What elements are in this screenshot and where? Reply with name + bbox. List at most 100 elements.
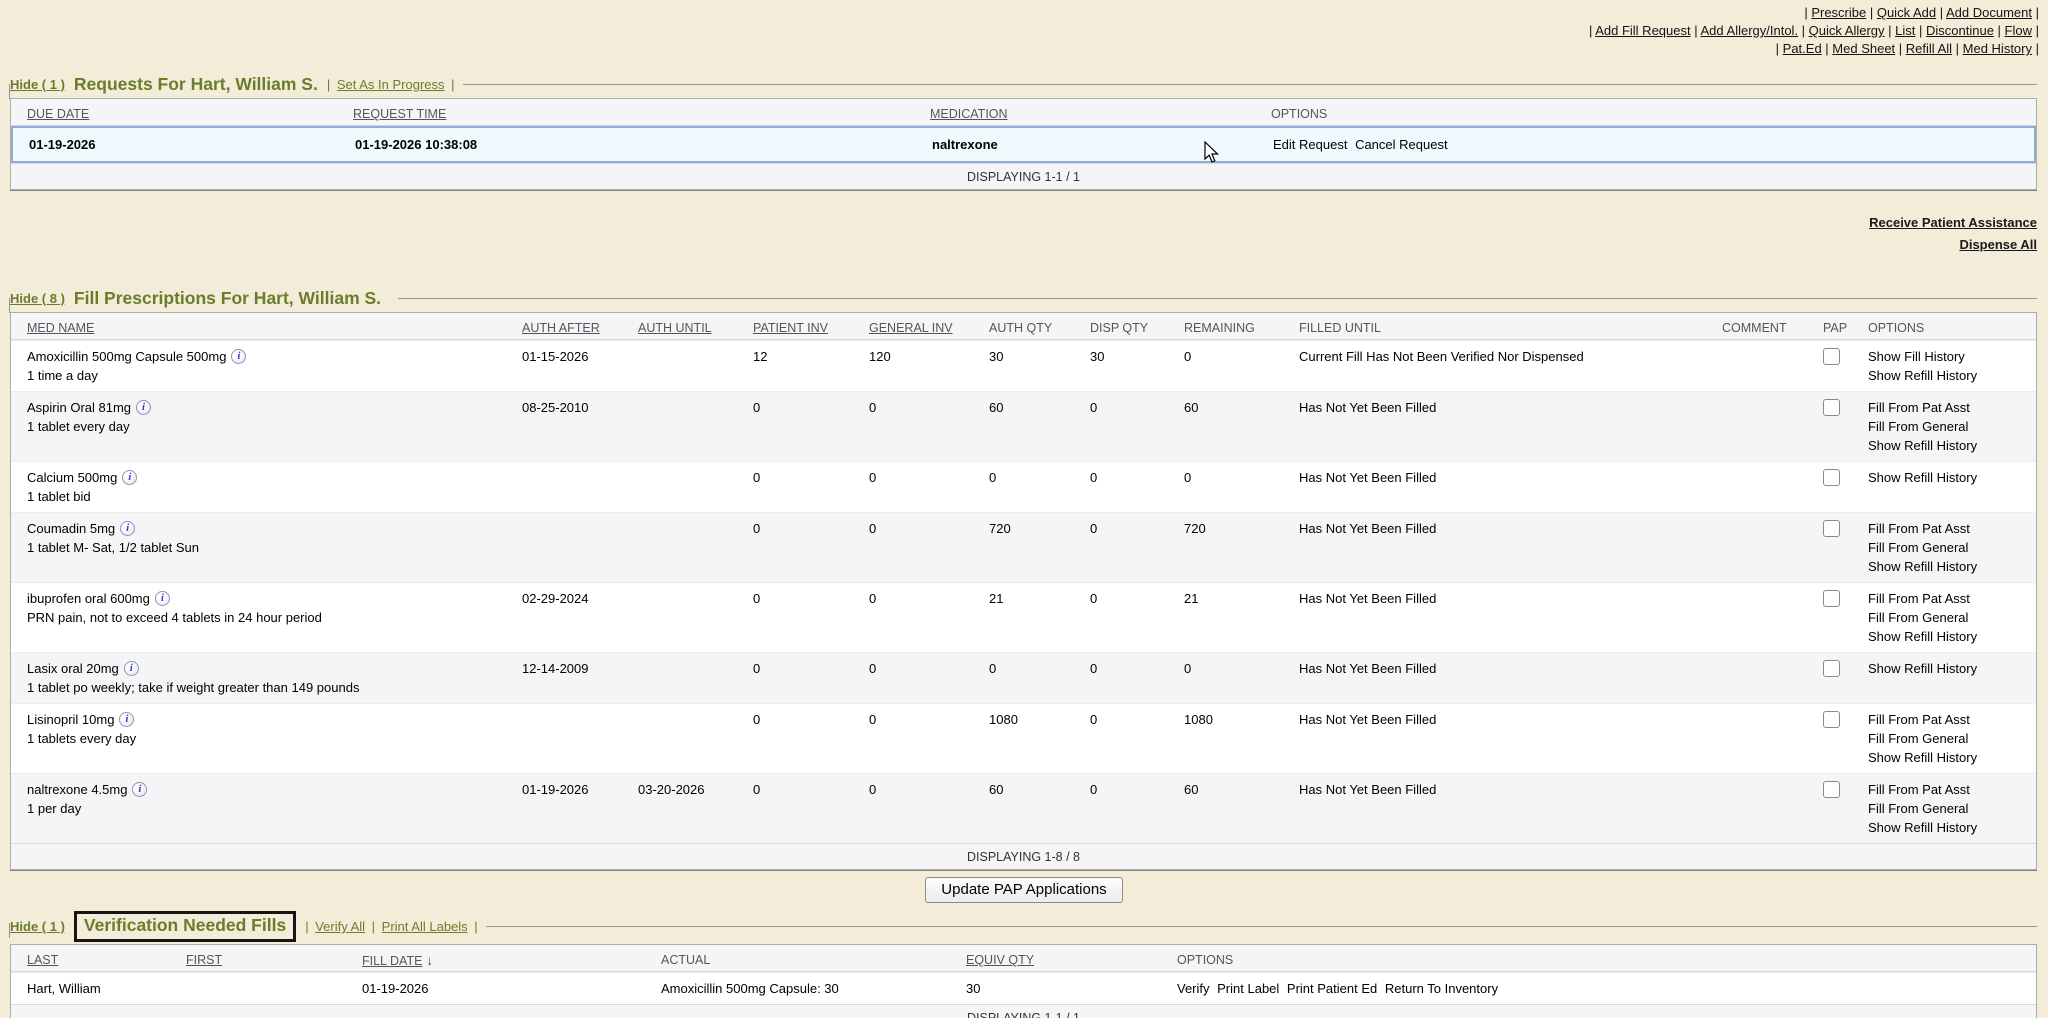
comment-cell [1712, 774, 1813, 786]
drug-info-icon[interactable]: i [124, 661, 139, 676]
toolbar-link-prescribe[interactable]: Prescribe [1811, 5, 1866, 20]
fill-option-fill-from-general-link[interactable]: Fill From General [1868, 417, 2032, 436]
drug-info-icon[interactable]: i [136, 400, 151, 415]
column-header-first[interactable]: FIRST [176, 945, 352, 971]
toolbar-link-add-allergy-intol[interactable]: Add Allergy/Intol. [1701, 23, 1799, 38]
fill-hide-link[interactable]: Hide ( 8 ) [10, 291, 65, 306]
toolbar-link-add-fill-request[interactable]: Add Fill Request [1595, 23, 1690, 38]
request-options-cell: Edit Request Cancel Request [1263, 128, 2034, 161]
column-header-general-inv[interactable]: GENERAL INV [859, 313, 979, 339]
drug-info-icon[interactable]: i [231, 349, 246, 364]
column-header-auth-until[interactable]: AUTH UNTIL [628, 313, 743, 339]
pap-checkbox[interactable] [1823, 348, 1840, 365]
fill-option-fill-from-general-link[interactable]: Fill From General [1868, 799, 2032, 818]
pap-checkbox[interactable] [1823, 711, 1840, 728]
verification-hide-link[interactable]: Hide ( 1 ) [10, 919, 65, 934]
drug-info-icon[interactable]: i [122, 470, 137, 485]
fill-option-fill-from-pat-asst-link[interactable]: Fill From Pat Asst [1868, 780, 2032, 799]
fill-option-fill-from-general-link[interactable]: Fill From General [1868, 729, 2032, 748]
pap-checkbox[interactable] [1823, 660, 1840, 677]
patient-inv-cell: 12 [743, 341, 859, 372]
sig-text: 1 tablet M- Sat, 1/2 tablet Sun [27, 538, 508, 557]
filled-until-cell: Has Not Yet Been Filled [1289, 583, 1712, 614]
equiv-qty-cell: 30 [956, 973, 1167, 1004]
toolbar-link-discontinue[interactable]: Discontinue [1926, 23, 1994, 38]
fill-option-show-refill-history-link[interactable]: Show Refill History [1868, 557, 2032, 576]
column-header-request-time[interactable]: REQUEST TIME [343, 99, 920, 125]
fill-option-fill-from-general-link[interactable]: Fill From General [1868, 538, 2032, 557]
toolbar-link-flow[interactable]: Flow [2005, 23, 2032, 38]
pap-checkbox[interactable] [1823, 469, 1840, 486]
legend-rule [486, 926, 2037, 927]
column-header-medication[interactable]: MEDICATION [920, 99, 1261, 125]
fill-option-show-refill-history-link[interactable]: Show Refill History [1868, 436, 2032, 455]
med-name: Lisinopril 10mg [27, 712, 114, 727]
med-name-cell: Amoxicillin 500mg Capsule 500mgi1 time a… [11, 341, 512, 391]
auth-after-cell: 02-29-2024 [512, 583, 628, 614]
drug-info-icon[interactable]: i [132, 782, 147, 797]
verification-option-print-patient-ed-link[interactable]: Print Patient Ed [1287, 981, 1377, 996]
requests-hide-link[interactable]: Hide ( 1 ) [10, 77, 65, 92]
drug-info-icon[interactable]: i [119, 712, 134, 727]
fill-option-show-refill-history-link[interactable]: Show Refill History [1868, 627, 2032, 646]
filled-until-cell: Has Not Yet Been Filled [1289, 462, 1712, 493]
update-pap-applications-button[interactable]: Update PAP Applications [925, 877, 1122, 903]
fill-option-fill-from-pat-asst-link[interactable]: Fill From Pat Asst [1868, 519, 2032, 538]
toolbar-link-quick-allergy[interactable]: Quick Allergy [1809, 23, 1885, 38]
request-row[interactable]: 01-19-2026 01-19-2026 10:38:08 naltrexon… [11, 126, 2036, 163]
set-as-in-progress-link[interactable]: Set As In Progress [337, 77, 445, 92]
pap-checkbox[interactable] [1823, 520, 1840, 537]
fill-option-show-refill-history-link[interactable]: Show Refill History [1868, 366, 2032, 385]
fill-option-show-fill-history-link[interactable]: Show Fill History [1868, 347, 2032, 366]
toolbar-link-med-history[interactable]: Med History [1963, 41, 2032, 56]
verification-option-verify-link[interactable]: Verify [1177, 981, 1210, 996]
column-header-fill-date[interactable]: FILL DATE ↓ [352, 945, 651, 971]
last-name-cell: Hart, William [11, 973, 176, 1004]
fill-options-cell: Fill From Pat AsstFill From GeneralShow … [1858, 513, 2036, 582]
verification-option-print-label-link[interactable]: Print Label [1217, 981, 1279, 996]
drug-info-icon[interactable]: i [120, 521, 135, 536]
column-header-auth-after[interactable]: AUTH AFTER [512, 313, 628, 339]
fill-option-show-refill-history-link[interactable]: Show Refill History [1868, 748, 2032, 767]
toolbar-link-list[interactable]: List [1895, 23, 1915, 38]
print-all-labels-link[interactable]: Print All Labels [382, 919, 468, 934]
fill-option-fill-from-general-link[interactable]: Fill From General [1868, 608, 2032, 627]
pap-checkbox[interactable] [1823, 590, 1840, 607]
fill-option-show-refill-history-link[interactable]: Show Refill History [1868, 468, 2032, 487]
dispense-all-link[interactable]: Dispense All [0, 234, 2037, 256]
sig-text: 1 tablet po weekly; take if weight great… [27, 678, 508, 697]
fill-option-fill-from-pat-asst-link[interactable]: Fill From Pat Asst [1868, 710, 2032, 729]
toolbar-link-quick-add[interactable]: Quick Add [1877, 5, 1936, 20]
pap-checkbox[interactable] [1823, 781, 1840, 798]
column-header-patient-inv[interactable]: PATIENT INV [743, 313, 859, 339]
fill-option-show-refill-history-link[interactable]: Show Refill History [1868, 818, 2032, 837]
column-header-due-date[interactable]: DUE DATE [11, 99, 343, 125]
toolbar-link-refill-all[interactable]: Refill All [1906, 41, 1952, 56]
fill-option-fill-from-pat-asst-link[interactable]: Fill From Pat Asst [1868, 589, 2032, 608]
fill-option-show-refill-history-link[interactable]: Show Refill History [1868, 659, 2032, 678]
toolbar-link-add-document[interactable]: Add Document [1946, 5, 2032, 20]
toolbar-link-med-sheet[interactable]: Med Sheet [1832, 41, 1895, 56]
sort-descending-icon[interactable]: ↓ [426, 951, 433, 971]
drug-info-icon[interactable]: i [155, 591, 170, 606]
toolbar-link-pat-ed[interactable]: Pat.Ed [1783, 41, 1822, 56]
request-option-edit-request-link[interactable]: Edit Request [1273, 137, 1347, 152]
pap-checkbox[interactable] [1823, 399, 1840, 416]
verify-all-link[interactable]: Verify All [315, 919, 365, 934]
med-name-cell: Lasix oral 20mgi1 tablet po weekly; take… [11, 653, 512, 703]
fill-option-fill-from-pat-asst-link[interactable]: Fill From Pat Asst [1868, 398, 2032, 417]
auth-qty-cell: 60 [979, 774, 1080, 805]
med-name-cell: ibuprofen oral 600mgiPRN pain, not to ex… [11, 583, 512, 633]
fill-options-cell: Show Refill History [1858, 653, 2036, 684]
fill-date-sort-link[interactable]: FILL DATE [362, 954, 422, 968]
general-inv-cell: 120 [859, 341, 979, 372]
fill-options-cell: Show Fill HistoryShow Refill History [1858, 341, 2036, 391]
toolbar-line-2: | Add Fill Request | Add Allergy/Intol. … [0, 22, 2039, 40]
column-header-last[interactable]: LAST [11, 945, 176, 971]
request-option-cancel-request-link[interactable]: Cancel Request [1355, 137, 1448, 152]
fill-prescription-row: Aspirin Oral 81mgi1 tablet every day08-2… [11, 391, 2036, 461]
receive-patient-assistance-link[interactable]: Receive Patient Assistance [0, 212, 2037, 234]
column-header-equiv-qty[interactable]: EQUIV QTY [956, 945, 1167, 971]
verification-option-return-to-inventory-link[interactable]: Return To Inventory [1385, 981, 1498, 996]
column-header-med-name[interactable]: MED NAME [11, 313, 512, 339]
